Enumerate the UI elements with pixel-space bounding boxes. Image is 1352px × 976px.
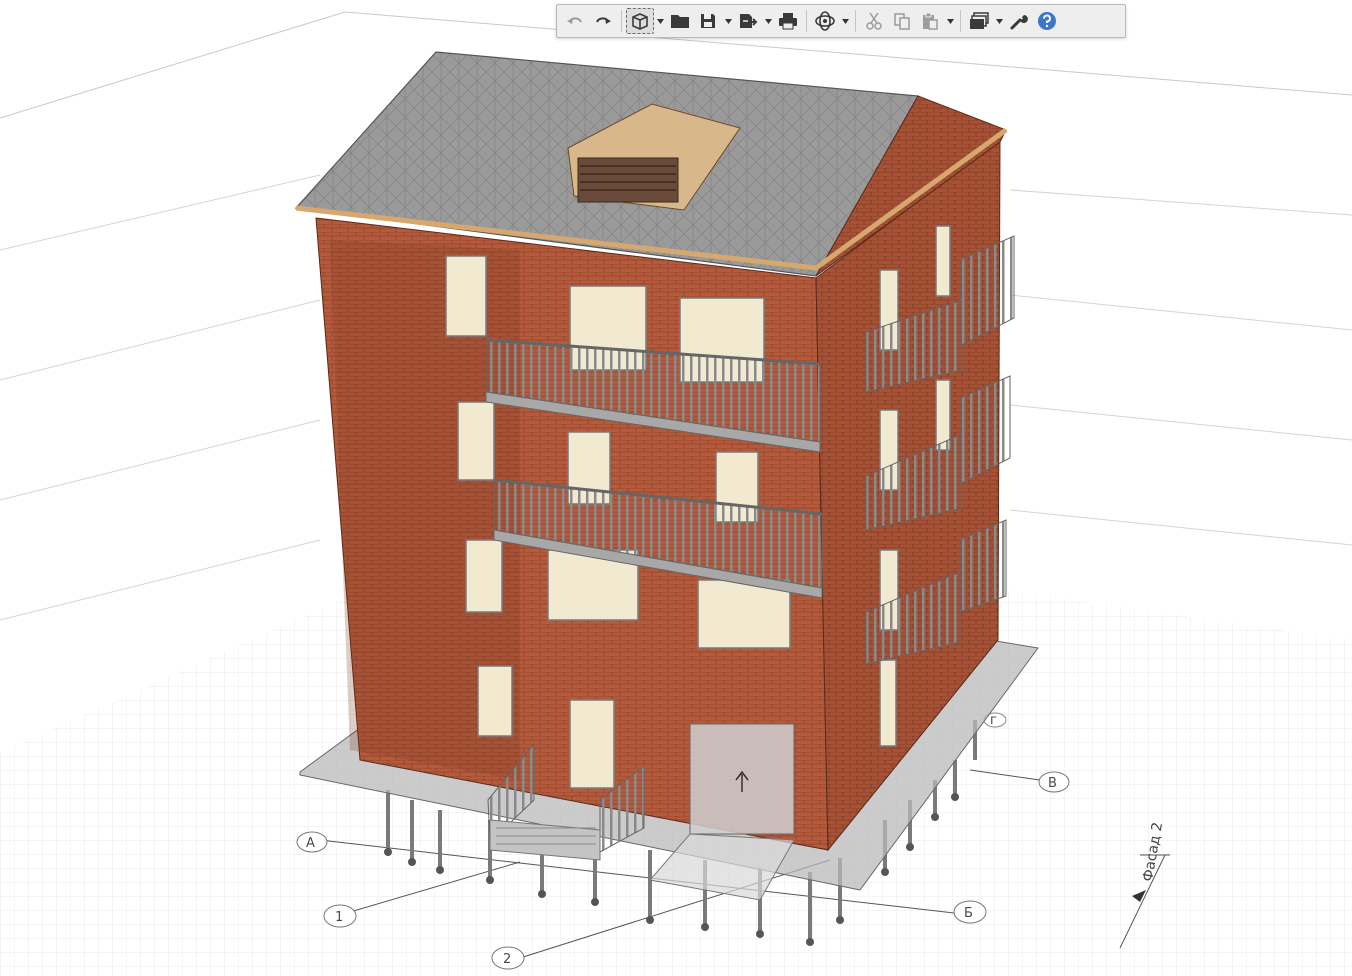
settings-button[interactable] <box>1005 8 1033 34</box>
chevron-down-icon <box>656 18 664 24</box>
folder-icon <box>671 15 689 28</box>
chevron-down-icon <box>995 18 1003 24</box>
orbit-button[interactable] <box>811 8 839 34</box>
axis-bubble-2: 2 <box>491 946 525 970</box>
help-button[interactable] <box>1033 8 1061 34</box>
export-dropdown[interactable] <box>762 8 774 34</box>
chevron-down-icon <box>841 18 849 24</box>
axis-label-a: А <box>306 836 315 851</box>
paste-icon <box>923 12 938 30</box>
save-icon <box>701 14 715 28</box>
axis-label-v: В <box>1048 776 1057 791</box>
toolbar-separator <box>806 10 807 32</box>
axis-label-1: 1 <box>335 910 343 925</box>
cut-button[interactable] <box>860 8 888 34</box>
view-3d-dropdown[interactable] <box>654 8 666 34</box>
layers-dropdown[interactable] <box>993 8 1005 34</box>
toolbar-separator <box>960 10 961 32</box>
main-toolbar <box>556 4 1126 38</box>
layers-button[interactable] <box>965 8 993 34</box>
chevron-down-icon <box>946 18 954 24</box>
copy-button[interactable] <box>888 8 916 34</box>
view-3d-button[interactable] <box>626 8 654 34</box>
chevron-down-icon <box>724 18 732 24</box>
help-icon <box>1038 12 1056 30</box>
axis-label-2: 2 <box>503 952 511 967</box>
export-button[interactable] <box>734 8 762 34</box>
copy-icon <box>894 13 910 30</box>
orbit-icon <box>815 11 835 31</box>
printer-icon <box>779 13 797 30</box>
open-button[interactable] <box>666 8 694 34</box>
axis-label-b: Б <box>964 906 973 921</box>
save-button[interactable] <box>694 8 722 34</box>
print-button[interactable] <box>774 8 802 34</box>
chevron-down-icon <box>764 18 772 24</box>
layers-icon <box>970 12 989 29</box>
axis-bubble-a: А <box>296 831 328 853</box>
scissors-icon <box>866 12 882 30</box>
toolbar-separator <box>621 10 622 32</box>
redo-button[interactable] <box>589 8 617 34</box>
undo-button[interactable] <box>561 8 589 34</box>
redo-icon <box>596 17 611 24</box>
paste-button[interactable] <box>916 8 944 34</box>
cube-icon <box>632 13 648 30</box>
wrench-icon <box>1010 15 1028 30</box>
save-dropdown[interactable] <box>722 8 734 34</box>
axis-bubble-b: Б <box>953 900 987 924</box>
axis-bubble-v: В <box>1038 771 1070 793</box>
axis-bubble-1: 1 <box>323 904 357 928</box>
toolbar-separator <box>855 10 856 32</box>
undo-icon <box>567 17 582 24</box>
paste-dropdown[interactable] <box>944 8 956 34</box>
orbit-dropdown[interactable] <box>839 8 851 34</box>
floor-marker-label: г <box>990 713 997 728</box>
export-icon <box>740 14 758 28</box>
